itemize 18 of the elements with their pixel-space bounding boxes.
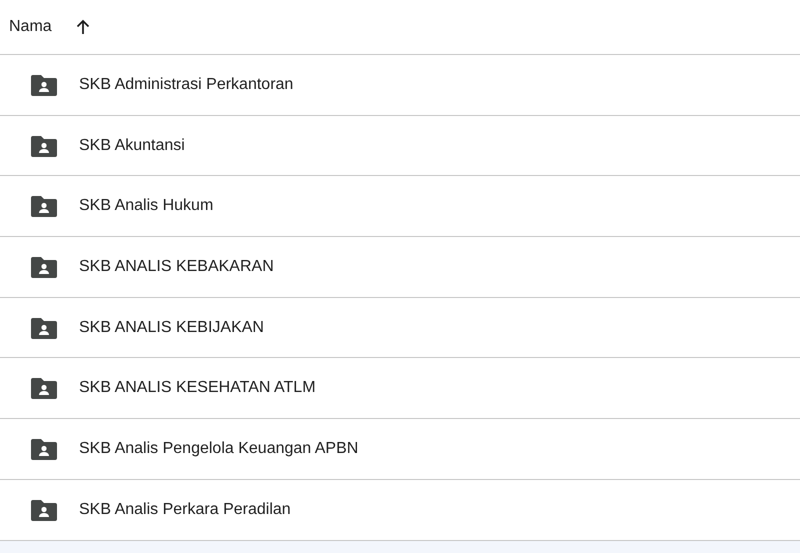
- folder-name[interactable]: SKB ANALIS KEBIJAKAN: [79, 318, 264, 337]
- shared-folder-icon: [31, 134, 57, 157]
- shared-folder-icon: [31, 316, 57, 339]
- folder-name[interactable]: SKB Analis Perkara Peradilan: [79, 500, 291, 519]
- folder-name[interactable]: SKB Analis Hukum: [79, 197, 214, 216]
- shared-folder-icon: [31, 498, 57, 521]
- folder-name[interactable]: SKB ANALIS KEBAKARAN: [79, 258, 274, 276]
- shared-folder-icon: [31, 195, 57, 218]
- shared-folder-icon: [31, 377, 57, 400]
- folder-name[interactable]: SKB Akuntansi: [79, 136, 185, 155]
- folder-name[interactable]: SKB Analis Pengelola Keuangan APBN: [79, 440, 358, 458]
- shared-folder-icon: [31, 256, 57, 278]
- folder-name[interactable]: SKB ANALIS KESEHATAN ATLM: [79, 379, 316, 398]
- column-header[interactable]: Nama: [9, 18, 52, 36]
- folder-name[interactable]: SKB Administrasi Perkantoran: [79, 76, 294, 94]
- shared-folder-icon: [31, 438, 57, 460]
- arrow-up-icon: [76, 19, 90, 35]
- shared-folder-icon: [31, 74, 57, 96]
